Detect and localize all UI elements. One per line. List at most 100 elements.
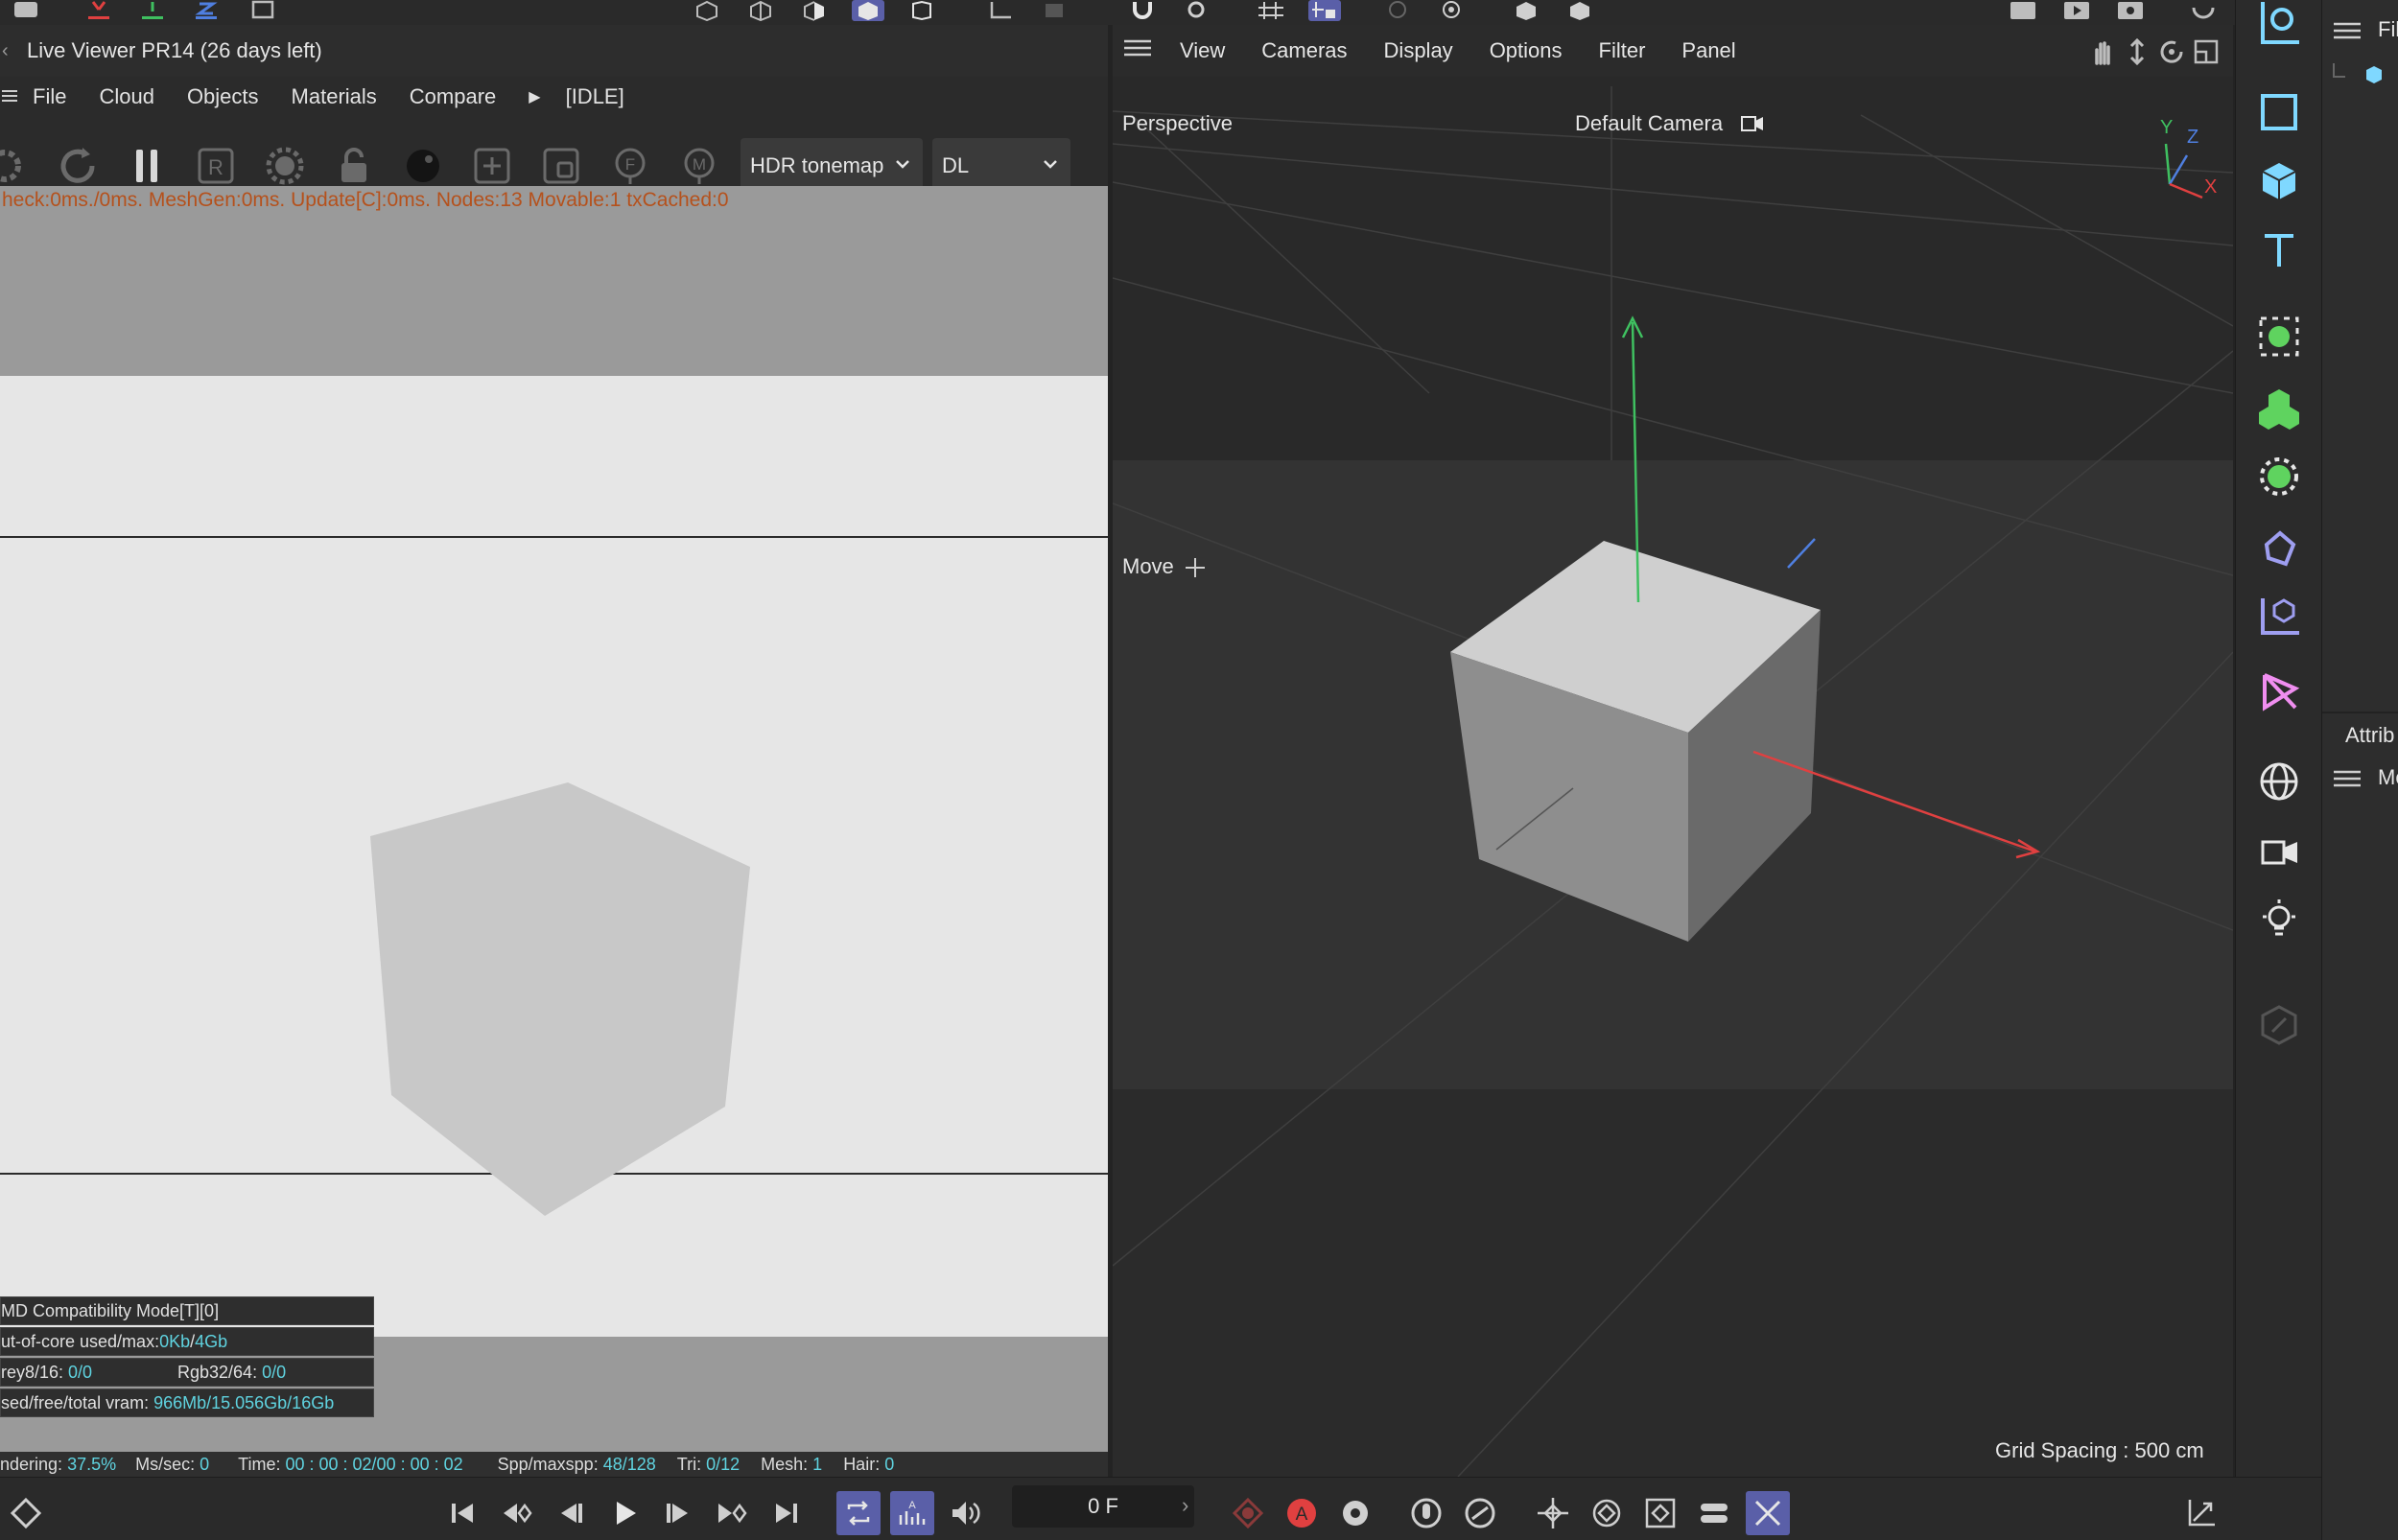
effector-icon[interactable] — [2247, 445, 2311, 508]
time-label: Time: — [238, 1454, 286, 1474]
menu-objects[interactable]: Objects — [187, 84, 259, 109]
projection-label[interactable]: Perspective — [1122, 111, 1233, 136]
points-mode-icon[interactable] — [691, 0, 723, 21]
render-settings-icon[interactable] — [10, 0, 42, 21]
render-view-icon[interactable] — [2007, 0, 2039, 21]
frame-increment-icon[interactable]: › — [1182, 1493, 1188, 1518]
viewport-menu-display[interactable]: Display — [1384, 38, 1453, 63]
viewport-menu-filter[interactable]: Filter — [1599, 38, 1646, 63]
x-axis-lock-icon[interactable] — [82, 0, 115, 21]
object-palette — [2235, 0, 2321, 1540]
timeline-expand-icon[interactable] — [2179, 1491, 2223, 1535]
field-icon[interactable] — [2247, 585, 2311, 648]
undo-history-icon[interactable] — [2187, 0, 2220, 21]
menu-more-arrow-icon[interactable]: ▶ — [529, 87, 540, 106]
viewport-menu-options[interactable]: Options — [1490, 38, 1563, 63]
svg-text:A: A — [1296, 1505, 1308, 1525]
record-keys-icon[interactable] — [1226, 1491, 1270, 1535]
go-to-start-icon[interactable] — [441, 1491, 485, 1535]
snap-settings-icon[interactable] — [1180, 0, 1212, 21]
scale-key-icon[interactable] — [1638, 1491, 1682, 1535]
play-icon[interactable] — [602, 1491, 647, 1535]
autokeying-icon[interactable]: A — [1280, 1491, 1324, 1535]
menu-cloud[interactable]: Cloud — [99, 84, 153, 109]
next-frame-icon[interactable] — [656, 1491, 700, 1535]
previous-frame-icon[interactable] — [549, 1491, 593, 1535]
menu-file[interactable]: File — [33, 84, 66, 109]
render-picture-viewer-icon[interactable] — [2060, 0, 2093, 21]
attributes-menu-icon[interactable] — [2334, 769, 2361, 793]
live-viewer-menubar: File Cloud Objects Materials Compare ▶ [… — [0, 77, 1108, 117]
z-axis-lock-icon[interactable] — [190, 0, 223, 21]
tags-icon[interactable] — [2247, 993, 2311, 1057]
tri-label: Tri: — [676, 1454, 707, 1474]
viewport-canvas[interactable]: Y Z X Perspective Default Camera Move Gr… — [1113, 77, 2233, 1477]
loop-icon[interactable] — [836, 1491, 881, 1535]
model-mode-icon[interactable] — [852, 0, 884, 21]
point-level-animation-icon[interactable] — [1746, 1491, 1790, 1535]
generator-icon[interactable] — [2247, 305, 2311, 368]
coordinate-system-icon[interactable] — [247, 0, 280, 21]
zoom-arrows-icon[interactable] — [2124, 37, 2151, 71]
text-icon[interactable] — [2247, 219, 2311, 282]
cube-object-icon[interactable] — [2364, 65, 2384, 89]
menu-hamburger-icon[interactable] — [2, 84, 17, 109]
symmetry-icon[interactable] — [1435, 0, 1468, 21]
maximize-viewport-icon[interactable] — [2193, 38, 2220, 71]
environment-icon[interactable] — [2247, 750, 2311, 813]
auto-keyframe-icon[interactable] — [1563, 0, 1596, 21]
camera-label[interactable]: Default Camera — [1575, 111, 1723, 136]
viewport-hamburger-icon[interactable] — [1124, 38, 1151, 63]
polygons-mode-icon[interactable] — [798, 0, 831, 21]
current-frame-field[interactable]: 0 F — [1012, 1485, 1194, 1528]
key-settings-icon[interactable] — [1333, 1491, 1377, 1535]
camera-object-icon[interactable] — [2247, 819, 2311, 882]
viewport-menu-cameras[interactable]: Cameras — [1261, 38, 1347, 63]
keyframe-selection-icon[interactable] — [1404, 1491, 1448, 1535]
snap-icon[interactable] — [1126, 0, 1159, 21]
cube-icon[interactable] — [2247, 150, 2311, 213]
rotation-key-icon[interactable] — [1585, 1491, 1629, 1535]
uv-mode-icon[interactable] — [905, 0, 938, 21]
rgb-label: Rgb32/64: — [177, 1363, 263, 1382]
cloner-icon[interactable] — [2247, 376, 2311, 439]
lock-workplane-icon[interactable] — [1308, 0, 1341, 21]
pan-hand-icon[interactable] — [2089, 38, 2116, 71]
object-manager-tab[interactable]: Fil — [2378, 17, 2398, 42]
object-manager-menu-icon[interactable] — [2334, 21, 2361, 45]
next-key-icon[interactable] — [710, 1491, 754, 1535]
out-of-core-label: ut-of-core used/max: — [1, 1332, 160, 1351]
object-tool-icon[interactable] — [2247, 0, 2311, 54]
rectangle-icon[interactable] — [2247, 81, 2311, 144]
viewport-menu-view[interactable]: View — [1180, 38, 1225, 63]
orbit-icon[interactable] — [2158, 38, 2185, 71]
previous-key-icon[interactable] — [495, 1491, 539, 1535]
close-icon[interactable]: ‹ — [2, 40, 9, 62]
render-region-icon[interactable] — [1510, 0, 1542, 21]
viewport-menu-panel[interactable]: Panel — [1681, 38, 1735, 63]
motion-path-icon[interactable] — [1458, 1491, 1502, 1535]
spline-icon[interactable] — [2247, 660, 2311, 723]
auto-mode-icon[interactable]: A — [890, 1491, 934, 1535]
axis-icon[interactable] — [984, 0, 1017, 21]
tree-line-icon — [2332, 63, 2345, 89]
sound-icon[interactable] — [944, 1491, 988, 1535]
attributes-mode-menu[interactable]: Mo — [2378, 765, 2398, 790]
workplane-icon[interactable] — [1255, 0, 1287, 21]
y-axis-lock-icon[interactable] — [136, 0, 169, 21]
attributes-tab[interactable]: Attrib — [2345, 723, 2394, 748]
menu-materials[interactable]: Materials — [292, 84, 377, 109]
edit-render-settings-icon[interactable] — [2114, 0, 2147, 21]
soft-selection-icon[interactable] — [1381, 0, 1414, 21]
keyframe-diamond-icon[interactable] — [4, 1491, 48, 1535]
menu-compare[interactable]: Compare — [410, 84, 496, 109]
parameter-key-icon[interactable] — [1692, 1491, 1736, 1535]
edges-mode-icon[interactable] — [744, 0, 777, 21]
light-icon[interactable] — [2247, 888, 2311, 951]
tweak-icon[interactable] — [1038, 0, 1070, 21]
spp-label: Spp/maxspp: — [497, 1454, 603, 1474]
position-key-icon[interactable] — [1531, 1491, 1575, 1535]
deformer-icon[interactable] — [2247, 516, 2311, 579]
go-to-end-icon[interactable] — [764, 1491, 808, 1535]
spp-value: 48/128 — [602, 1454, 656, 1474]
